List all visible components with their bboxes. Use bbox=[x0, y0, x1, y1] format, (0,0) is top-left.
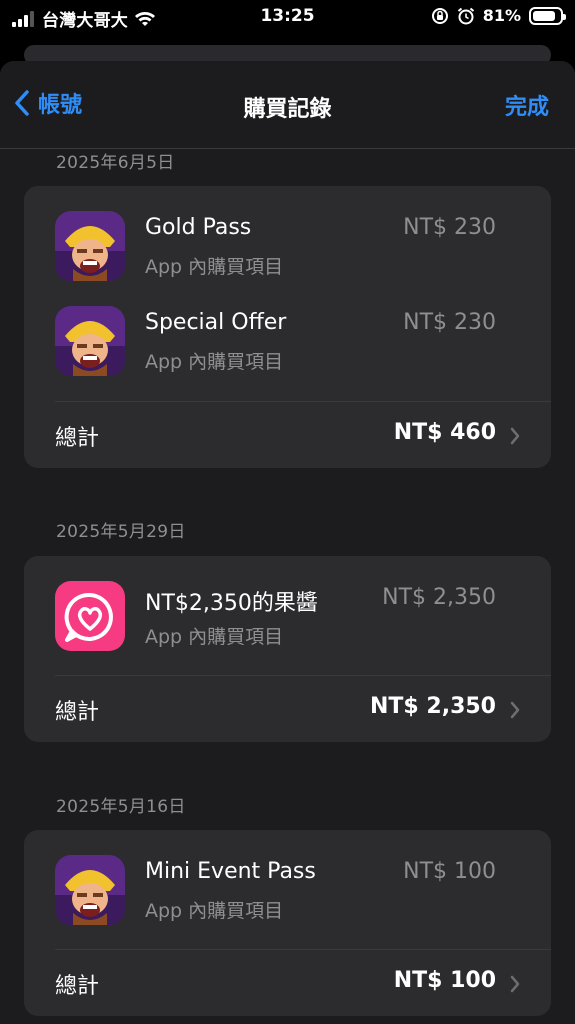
clash-of-clans-icon bbox=[55, 211, 125, 281]
clash-of-clans-icon bbox=[55, 306, 125, 376]
purchase-item[interactable]: NT$2,350的果醬 App 內購買項目 NT$ 2,350 bbox=[24, 556, 551, 651]
item-type: App 內購買項目 bbox=[145, 626, 284, 648]
chevron-right-icon bbox=[510, 427, 520, 445]
item-price: NT$ 230 bbox=[403, 310, 496, 335]
total-label: 總計 bbox=[55, 426, 100, 451]
purchase-item[interactable]: Special Offer App 內購買項目 NT$ 230 bbox=[24, 281, 551, 376]
heart-chat-app-icon bbox=[55, 581, 125, 651]
section-date: 2025年5月29日 bbox=[56, 522, 186, 542]
purchase-card: Mini Event Pass App 內購買項目 NT$ 100 總計 NT$… bbox=[24, 830, 551, 1016]
item-name: Special Offer bbox=[145, 310, 287, 335]
purchase-item[interactable]: Mini Event Pass App 內購買項目 NT$ 100 bbox=[24, 830, 551, 925]
total-label: 總計 bbox=[55, 974, 100, 999]
chevron-right-icon bbox=[510, 701, 520, 719]
total-row[interactable]: 總計 NT$ 2,350 bbox=[24, 678, 551, 738]
status-right: 81% bbox=[431, 6, 566, 25]
total-row[interactable]: 總計 NT$ 460 bbox=[24, 404, 551, 464]
item-type: App 內購買項目 bbox=[145, 256, 284, 278]
page-title: 購買記錄 bbox=[243, 97, 332, 122]
purchase-card: Gold Pass App 內購買項目 NT$ 230 Special Offe… bbox=[24, 186, 551, 468]
clash-of-clans-icon bbox=[55, 855, 125, 925]
item-price: NT$ 2,350 bbox=[382, 585, 496, 610]
orientation-lock-icon bbox=[431, 7, 448, 24]
total-row[interactable]: 總計 NT$ 100 bbox=[24, 952, 551, 1012]
item-price: NT$ 230 bbox=[403, 215, 496, 240]
total-price: NT$ 2,350 bbox=[370, 694, 496, 719]
navigation-bar: 帳號 購買記錄 完成 bbox=[0, 61, 575, 149]
item-type: App 內購買項目 bbox=[145, 351, 284, 373]
status-bar: 台灣大哥大 13:25 81% bbox=[0, 0, 575, 34]
section-date: 2025年6月5日 bbox=[56, 153, 175, 173]
divider bbox=[55, 949, 551, 950]
item-name: NT$2,350的果醬 bbox=[145, 591, 318, 616]
battery-icon bbox=[529, 6, 566, 25]
purchase-card: NT$2,350的果醬 App 內購買項目 NT$ 2,350 總計 NT$ 2… bbox=[24, 556, 551, 742]
battery-percent: 81% bbox=[482, 6, 521, 25]
item-name: Gold Pass bbox=[145, 215, 252, 240]
done-button[interactable]: 完成 bbox=[505, 89, 549, 121]
total-price: NT$ 460 bbox=[393, 420, 496, 445]
divider bbox=[55, 401, 551, 402]
divider bbox=[55, 675, 551, 676]
chevron-right-icon bbox=[510, 975, 520, 993]
item-type: App 內購買項目 bbox=[145, 900, 284, 922]
purchase-item[interactable]: Gold Pass App 內購買項目 NT$ 230 bbox=[24, 186, 551, 281]
purchase-history-sheet: 帳號 購買記錄 完成 2025年6月5日 Gold Pass App 內購買項目… bbox=[0, 61, 575, 1024]
item-name: Mini Event Pass bbox=[145, 859, 316, 884]
item-price: NT$ 100 bbox=[403, 859, 496, 884]
total-price: NT$ 100 bbox=[393, 968, 496, 993]
total-label: 總計 bbox=[55, 700, 100, 725]
alarm-icon bbox=[457, 7, 474, 24]
section-date: 2025年5月16日 bbox=[56, 797, 186, 817]
